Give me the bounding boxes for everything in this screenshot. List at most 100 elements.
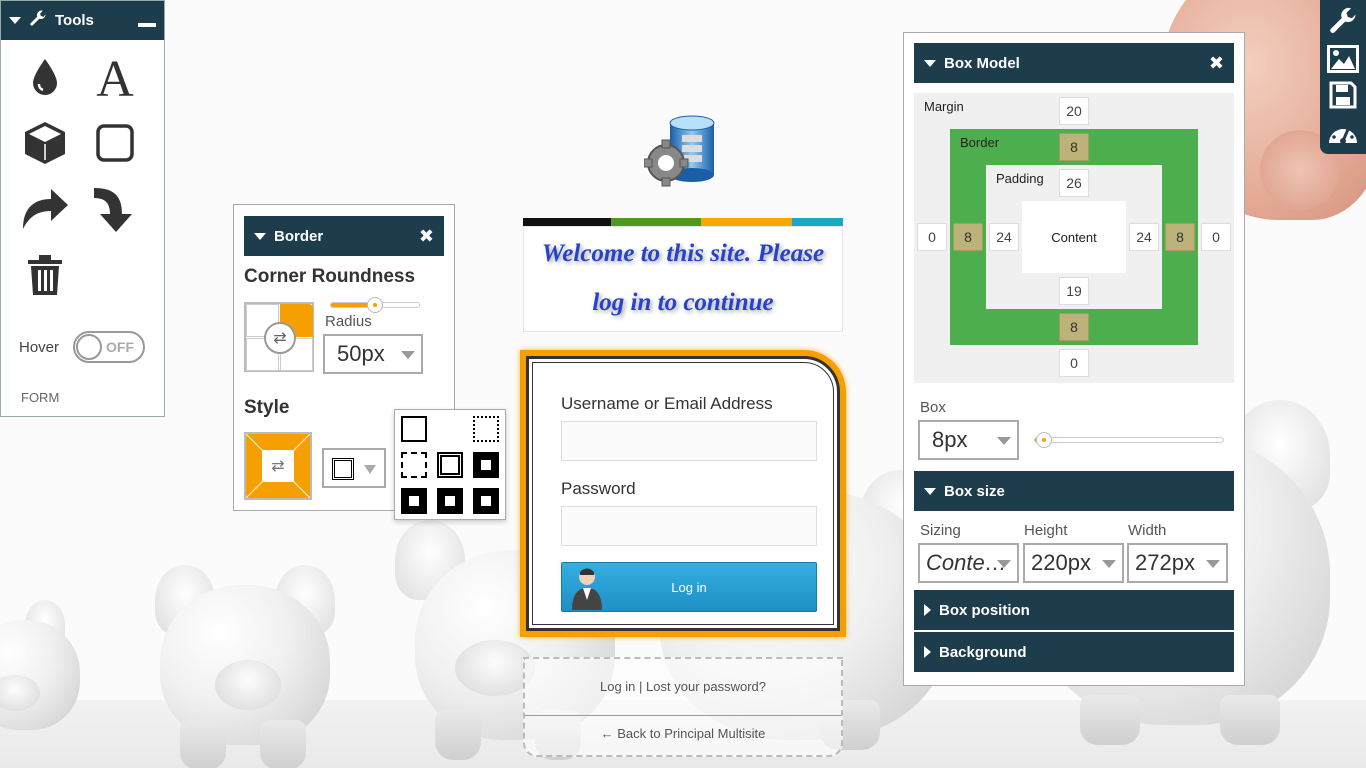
chevron-down-icon [1206,560,1220,568]
border-panel-header[interactable]: Border ✖ [244,216,444,256]
text-icon[interactable]: A [85,49,145,105]
width-select[interactable]: 272px [1127,543,1228,583]
solid-border-option[interactable] [401,416,427,442]
inset-border-option[interactable] [437,488,463,514]
svg-text:A: A [96,54,134,100]
height-value: 220px [1031,550,1091,575]
color-bar-segment [701,218,792,226]
nav-divider [525,715,841,716]
form-label: FORM [21,390,60,405]
cycle-icon[interactable]: ⇄ [264,322,296,354]
padding-label: Padding [996,171,1044,186]
box-select[interactable]: 8px [918,420,1019,460]
width-value: 272px [1135,550,1195,575]
radius-slider[interactable] [330,297,420,313]
close-icon[interactable]: ✖ [419,226,434,247]
welcome-message: Welcome to this site. Please log in to c… [523,226,843,332]
lost-password-link[interactable]: Lost your password? [646,679,766,694]
collapse-triangle-icon[interactable] [924,59,936,67]
turn-down-icon[interactable] [85,181,145,237]
image-icon[interactable] [1326,42,1360,76]
margin-bottom-value[interactable]: 0 [1059,349,1089,377]
login-form: Username or Email Address Password Log i… [520,350,846,637]
expand-triangle-icon[interactable] [924,604,931,616]
expand-triangle-icon[interactable] [924,646,931,658]
margin-label: Margin [924,99,964,114]
padding-bottom-value[interactable]: 19 [1059,277,1089,305]
box-value: 8px [932,427,968,452]
hover-row: Hover OFF [19,331,146,363]
username-input[interactable] [561,421,817,461]
save-icon[interactable] [1326,78,1360,112]
dotted-border-option[interactable] [473,416,499,442]
margin-top-value[interactable]: 20 [1059,97,1089,125]
corner-roundness-title: Corner Roundness [244,266,416,287]
ridge-border-option[interactable] [401,488,427,514]
cube-icon[interactable] [15,115,75,171]
border-bottom-value[interactable]: 8 [1059,313,1089,341]
hover-label: Hover [19,338,60,356]
back-link[interactable]: ← Back to Principal Multisite [601,726,766,741]
chevron-down-icon [364,465,376,474]
minimize-icon[interactable] [138,22,156,27]
wrench-icon[interactable] [1326,5,1360,39]
square-icon[interactable] [85,115,145,171]
hover-toggle[interactable]: OFF [73,331,146,363]
collapse-triangle-icon[interactable] [9,17,21,24]
outset-border-option[interactable] [473,488,499,514]
content-label: Content [1051,229,1097,245]
nav-login-link[interactable]: Log in [600,679,635,694]
radius-slider-thumb[interactable] [367,297,383,313]
nav-separator: | [639,679,643,694]
groove-border-option[interactable] [473,452,499,478]
box-slider-thumb[interactable] [1036,432,1052,448]
border-style-select[interactable] [322,448,386,488]
welcome-line-2: log in to continue [592,289,774,316]
padding-right-value[interactable]: 24 [1129,223,1159,251]
login-button[interactable]: Log in [561,562,817,612]
corner-selector[interactable]: ⇄ [244,302,314,372]
redo-icon[interactable] [15,181,75,237]
double-border-option[interactable] [437,452,463,478]
background-title: Background [939,643,1027,661]
dashboard-icon[interactable] [1326,115,1360,149]
tools-panel-header[interactable]: Tools [1,1,164,40]
box-position-header[interactable]: Box position [914,590,1234,630]
login-nav: Log in | Lost your password? ← Back to P… [523,657,843,757]
close-icon[interactable]: ✖ [1209,53,1224,74]
border-right-value[interactable]: 8 [1165,223,1195,251]
padding-left-value[interactable]: 24 [989,223,1019,251]
chevron-down-icon [1102,560,1116,568]
password-label: Password [561,479,636,498]
box-size-header[interactable]: Box size [914,471,1234,511]
border-top-value[interactable]: 8 [1059,133,1089,161]
padding-top-value[interactable]: 26 [1059,169,1089,197]
trash-icon[interactable] [15,247,75,303]
toggle-knob [76,334,103,360]
box-slider[interactable] [1034,432,1224,448]
nav-links: Log in | Lost your password? [525,679,841,694]
password-input[interactable] [561,506,817,546]
dashed-border-option[interactable] [401,452,427,478]
height-select[interactable]: 220px [1023,543,1124,583]
droplet-icon[interactable] [15,49,75,105]
right-toolbar [1320,0,1366,154]
login-button-label: Log in [671,579,707,595]
tool-grid: A [15,49,155,303]
box-model-header[interactable]: Box Model ✖ [914,43,1234,83]
sizing-value: Conte… [926,550,1007,575]
collapse-triangle-icon[interactable] [924,487,936,495]
content-region: Content [1022,201,1126,273]
background-header[interactable]: Background [914,632,1234,672]
collapse-triangle-icon[interactable] [254,232,266,240]
margin-right-value[interactable]: 0 [1201,223,1231,251]
box-size-title: Box size [944,482,1005,500]
sizing-select[interactable]: Conte… [918,543,1019,583]
border-left-value[interactable]: 8 [953,223,983,251]
radius-select[interactable]: 50px [323,334,423,374]
style-side-selector[interactable]: ⇄ [244,432,312,500]
cycle-icon[interactable]: ⇄ [262,450,294,482]
color-bar-segment [523,218,611,226]
margin-left-value[interactable]: 0 [917,223,947,251]
border-label: Border [960,135,1000,150]
